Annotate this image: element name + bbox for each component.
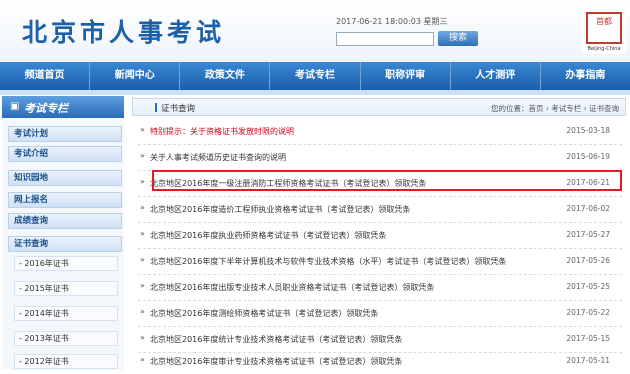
list-item[interactable]: » 北京地区2016年度测绘师资格考试证书（考试登记表）领取凭条 2017-05… <box>138 302 622 327</box>
bullet-icon: » <box>140 255 145 264</box>
sidebar-item-knowledge[interactable]: 知识园地 <box>8 170 122 186</box>
nav-guide[interactable]: 办事指南 <box>541 62 630 90</box>
sidebar-sub-2013[interactable]: - 2013年证书 <box>14 331 118 346</box>
bullet-icon: » <box>140 333 145 342</box>
sidebar-sub-2014[interactable]: - 2014年证书 <box>14 306 118 321</box>
item-date: 2017-05-25 <box>566 282 610 291</box>
nav-talent[interactable]: 人才测评 <box>451 62 541 90</box>
item-title[interactable]: 关于人事考试频道历史证书查询的说明 <box>150 152 286 163</box>
item-date: 2017-05-22 <box>566 308 610 317</box>
sidebar-sub-2015[interactable]: - 2015年证书 <box>14 281 118 296</box>
bullet-icon: » <box>140 281 145 290</box>
item-date: 2015-03-18 <box>566 126 610 135</box>
sidebar-item-plan[interactable]: 考试计划 <box>8 126 122 142</box>
nav-news[interactable]: 新闻中心 <box>90 62 181 90</box>
nav-title-review[interactable]: 职称评审 <box>361 62 451 90</box>
search-input[interactable] <box>336 32 434 46</box>
item-title[interactable]: 北京地区2016年度出版专业技术人员职业资格考试证书（考试登记表）领取凭条 <box>150 282 434 293</box>
sidebar-sub-2012[interactable]: - 2012年证书 <box>14 354 118 369</box>
datetime-display: 2017-06-21 18:00:03 星期三 <box>336 17 448 26</box>
logo-stamp: 首都 <box>586 12 622 44</box>
item-title[interactable]: 特别提示：关于资格证书发放时限的说明 <box>150 126 294 137</box>
bullet-icon: » <box>140 125 145 134</box>
list-item[interactable]: » 北京地区2016年度执业药师资格考试证书（考试登记表）领取凭条 2017-0… <box>138 224 622 249</box>
section-title: 证书查询 <box>161 104 196 114</box>
book-icon: ▣ <box>10 101 20 112</box>
item-date: 2017-05-26 <box>566 256 610 265</box>
item-date: 2017-05-27 <box>566 230 610 239</box>
section-header: 证书查询 您的位置：首页 › 考试专栏 › 证书查询 <box>132 98 626 116</box>
list-item[interactable]: » 北京地区2016年度出版专业技术人员职业资格考试证书（考试登记表）领取凭条 … <box>138 276 622 301</box>
item-title[interactable]: 北京地区2016年度审计专业技术资格考试证书（考试登记表）领取凭条 <box>150 356 402 367</box>
sidebar-item-certificates[interactable]: 证书查询 <box>8 236 122 252</box>
bullet-icon: » <box>140 151 145 160</box>
sidebar-item-intro[interactable]: 考试介绍 <box>8 146 122 162</box>
bullet-icon: » <box>140 307 145 316</box>
list-item[interactable]: » 北京地区2016年度造价工程师执业资格考试证书（考试登记表）领取凭条 201… <box>138 198 622 223</box>
title-marker <box>155 103 157 112</box>
item-title[interactable]: 北京地区2016年度测绘师资格考试证书（考试登记表）领取凭条 <box>150 308 378 319</box>
list-item[interactable]: » 关于人事考试频道历史证书查询的说明 2015-06-19 <box>138 146 622 171</box>
item-date: 2015-06-19 <box>566 152 610 161</box>
logo-english: Beijing-China <box>587 46 621 52</box>
item-title[interactable]: 北京地区2016年度执业药师资格考试证书（考试登记表）领取凭条 <box>150 230 386 241</box>
nav-exam[interactable]: 考试专栏 <box>270 62 361 90</box>
sidebar-header: ▣ 考试专栏 <box>2 96 124 118</box>
item-title[interactable]: 北京地区2016年度下半年计算机技术与软件专业技术资格（水平）考试证书（考试登记… <box>150 256 506 267</box>
item-date: 2017-06-02 <box>566 204 610 213</box>
logo: 首都 Beijing-China <box>582 8 626 54</box>
list-item[interactable]: » 北京地区2016年度审计专业技术资格考试证书（考试登记表）领取凭条 2017… <box>138 350 622 374</box>
sidebar-title: 考试专栏 <box>24 102 68 115</box>
site-title[interactable]: 北京市人事考试 <box>22 13 225 49</box>
nav-home[interactable]: 频道首页 <box>0 62 91 90</box>
nav-policy[interactable]: 政策文件 <box>180 62 271 90</box>
breadcrumb[interactable]: 您的位置：首页 › 考试专栏 › 证书查询 <box>491 103 619 114</box>
item-date: 2017-05-11 <box>566 356 610 365</box>
main-content: 证书查询 您的位置：首页 › 考试专栏 › 证书查询 » 特别提示：关于资格证书… <box>132 98 626 370</box>
list-item[interactable]: » 北京地区2016年度下半年计算机技术与软件专业技术资格（水平）考试证书（考试… <box>138 250 622 275</box>
bullet-icon: » <box>140 355 145 364</box>
sidebar: ▣ 考试专栏 考试计划 考试介绍 知识园地 网上报名 成绩查询 证书查询 - 2… <box>2 96 124 370</box>
bullet-icon: » <box>140 229 145 238</box>
item-title[interactable]: 北京地区2016年度统计专业技术资格考试证书（考试登记表）领取凭条 <box>150 334 402 345</box>
item-date: 2017-05-15 <box>566 334 610 343</box>
nav-subbar <box>0 90 630 95</box>
list-item[interactable]: » 特别提示：关于资格证书发放时限的说明 2015-03-18 <box>138 120 622 145</box>
site-header: 北京市人事考试 2017-06-21 18:00:03 星期三 搜索 首都 Be… <box>0 0 630 62</box>
bullet-icon: » <box>140 177 145 186</box>
sidebar-sub-2016[interactable]: - 2016年证书 <box>14 256 118 271</box>
sidebar-item-register[interactable]: 网上报名 <box>8 192 122 208</box>
item-title[interactable]: 北京地区2016年度造价工程师执业资格考试证书（考试登记表）领取凭条 <box>150 204 410 215</box>
highlight-box <box>152 170 622 191</box>
sidebar-item-scores[interactable]: 成绩查询 <box>8 213 122 229</box>
search-button[interactable]: 搜索 <box>438 31 478 46</box>
main-nav: 频道首页 新闻中心 政策文件 考试专栏 职称评审 人才测评 办事指南 <box>0 62 630 90</box>
bullet-icon: » <box>140 203 145 212</box>
